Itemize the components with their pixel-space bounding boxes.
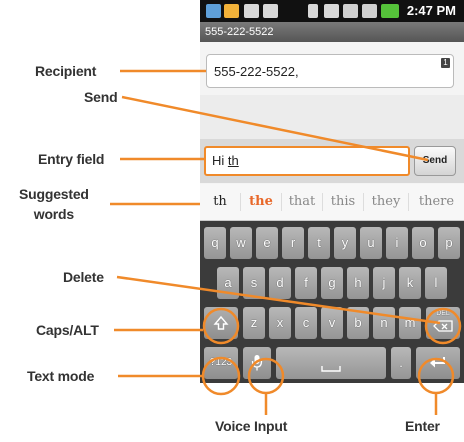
suggestion-word[interactable]: this [323,184,363,220]
key-v[interactable]: v [321,307,343,339]
key-h[interactable]: h [347,267,369,299]
message-thread-area [200,95,464,139]
entry-composing-text: th [227,153,239,168]
shift-arrow-icon [213,315,229,330]
voice-input-key[interactable] [243,347,271,379]
wifi-icon [324,4,339,18]
message-entry-field[interactable]: Hi th [204,146,410,176]
key-t[interactable]: t [308,227,330,259]
key-y[interactable]: y [334,227,356,259]
key-d[interactable]: d [269,267,291,299]
key-q[interactable]: q [204,227,226,259]
recipient-count-badge: 1 [441,58,450,68]
suggestion-word[interactable]: the [241,184,281,220]
key-n[interactable]: n [373,307,395,339]
key-j[interactable]: j [373,267,395,299]
callout-delete: Delete [63,269,104,285]
recipient-value: 555-222-5522, [214,64,299,79]
key-p[interactable]: p [438,227,460,259]
conversation-title: 555-222-5522 [200,22,464,42]
suggestion-word[interactable]: there [409,184,464,220]
shift-key[interactable] [204,307,238,339]
bluetooth-icon [308,4,318,18]
callout-entry-field: Entry field [38,151,105,167]
key-l[interactable]: l [425,267,447,299]
key-w[interactable]: w [230,227,252,259]
key-g[interactable]: g [321,267,343,299]
key-a[interactable]: a [217,267,239,299]
callout-recipient: Recipient [35,63,97,79]
key-c[interactable]: c [295,307,317,339]
enter-arrow-icon [430,357,445,368]
key-r[interactable]: r [282,227,304,259]
battery-icon [381,4,399,18]
recipient-field[interactable]: 555-222-5522, 1 [206,54,454,88]
signal-icon [362,4,377,18]
send-button[interactable]: Send [414,146,456,176]
callout-text-mode: Text mode [27,368,95,384]
key-o[interactable]: o [412,227,434,259]
key-u[interactable]: u [360,227,382,259]
notification-icon [224,4,239,18]
network-3g-icon [343,4,358,18]
callout-suggested-line2: words [33,206,74,222]
status-time: 2:47 PM [406,3,456,18]
key-f[interactable]: f [295,267,317,299]
enter-key[interactable] [416,347,460,379]
callout-caps-alt: Caps/ALT [36,322,99,338]
space-bar-icon [321,366,341,372]
phone-screen: 2:47 PM 555-222-5522 555-222-5522, 1 Hi … [200,0,464,383]
usb-icon [244,4,259,18]
suggestion-strip: th the that this they there [200,184,464,221]
period-key[interactable]: . [391,347,411,379]
key-e[interactable]: e [256,227,278,259]
voicemail-icon [206,4,221,18]
keyboard: q w e r t y u i o p a s d f g h j k l z … [200,221,464,383]
key-z[interactable]: z [243,307,265,339]
entry-text: Hi [212,153,228,168]
key-x[interactable]: x [269,307,291,339]
callout-suggested-line1: Suggested [19,186,89,202]
callout-enter: Enter [405,418,440,434]
suggestion-word[interactable]: they [364,184,408,220]
suggestion-word[interactable]: th [200,184,240,220]
key-i[interactable]: i [386,227,408,259]
android-icon [263,4,278,18]
suggestion-word[interactable]: that [282,184,322,220]
status-bar: 2:47 PM [200,0,464,22]
microphone-icon [251,355,263,371]
key-k[interactable]: k [399,267,421,299]
callout-voice-input: Voice Input [215,418,288,434]
key-b[interactable]: b [347,307,369,339]
text-mode-key[interactable]: ?123 [204,347,238,379]
callout-suggested-words: Suggested words [19,184,89,224]
key-s[interactable]: s [243,267,265,299]
backspace-icon [433,320,453,332]
space-key[interactable] [276,347,386,379]
delete-key[interactable]: DEL [426,307,460,339]
callout-send: Send [84,89,118,105]
key-m[interactable]: m [399,307,421,339]
